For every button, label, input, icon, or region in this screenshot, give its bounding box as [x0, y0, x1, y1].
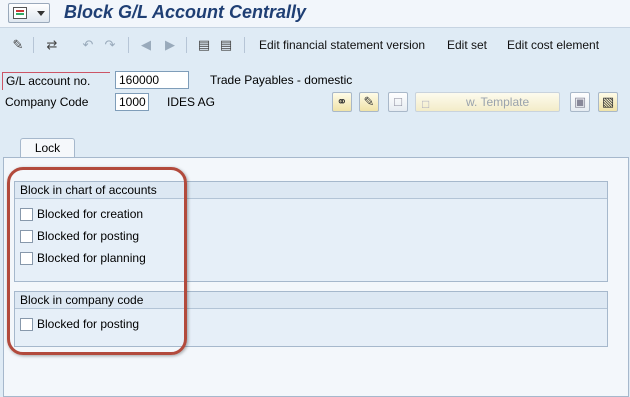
- create-button[interactable]: □: [388, 92, 408, 112]
- chart-of-accounts-icon[interactable]: ▤: [196, 37, 212, 53]
- chevron-down-icon: [37, 11, 45, 16]
- blank-document-icon: □: [394, 94, 402, 109]
- toolbar-separator: [186, 37, 187, 53]
- edit-financial-statement-version-button[interactable]: Edit financial statement version: [259, 38, 425, 52]
- pencil-icon: ✎: [363, 94, 375, 109]
- change-display-icon[interactable]: ✎: [10, 37, 26, 53]
- company-code-label: Company Code: [5, 95, 89, 109]
- application-toolbar: ✎ ⇄ ↶ ↷ ◀ ▶ ▤ ▤ Edit financial statement…: [0, 29, 630, 61]
- trash-icon: ▧: [601, 94, 615, 109]
- gl-account-description: Trade Payables - domestic: [210, 73, 353, 87]
- lock-tab-panel: Block in chart of accounts Blocked for c…: [3, 157, 629, 397]
- previous-icon: ◀: [141, 37, 151, 52]
- display-change-button[interactable]: ⚭: [332, 92, 352, 112]
- gl-account-field[interactable]: 160000: [115, 71, 189, 89]
- system-menu-button[interactable]: [8, 3, 50, 23]
- toolbar-separator: [33, 37, 34, 53]
- create-with-template-button[interactable]: □ w. Template: [415, 92, 560, 112]
- title-bar: Block G/L Account Centrally: [0, 0, 630, 28]
- checkbox[interactable]: [20, 208, 33, 221]
- edit-set-button[interactable]: Edit set: [447, 38, 487, 52]
- checkbox[interactable]: [20, 252, 33, 265]
- group-title: Block in chart of accounts: [15, 182, 607, 199]
- chart-of-accounts-group: Block in chart of accounts Blocked for c…: [14, 181, 608, 282]
- menu-icon: [13, 7, 27, 19]
- toolbar-separator: [128, 37, 129, 53]
- toolbar-separator: [244, 37, 245, 53]
- checkbox[interactable]: [20, 230, 33, 243]
- delete-button[interactable]: ▧: [598, 92, 618, 112]
- lock-button[interactable]: ▣: [570, 92, 590, 112]
- edit-cost-element-button[interactable]: Edit cost element: [507, 38, 599, 52]
- gl-account-label: G/L account no.: [2, 72, 110, 90]
- other-account-icon[interactable]: ⇄: [44, 37, 60, 53]
- document-icon: □: [422, 97, 430, 111]
- checkbox[interactable]: [20, 318, 33, 331]
- documentation-icon[interactable]: ▤: [218, 37, 234, 53]
- tab-lock[interactable]: Lock: [20, 138, 75, 158]
- company-code-field[interactable]: 1000: [115, 93, 149, 111]
- group-title: Block in company code: [15, 292, 607, 309]
- page-title: Block G/L Account Centrally: [64, 2, 307, 22]
- company-name: IDES AG: [167, 95, 216, 109]
- company-code-group: Block in company code Blocked for postin…: [14, 291, 608, 347]
- redo-icon: ↷: [104, 37, 116, 52]
- next-icon: ▶: [165, 37, 175, 52]
- edit-button[interactable]: ✎: [359, 92, 379, 112]
- lock-icon: ▣: [573, 94, 587, 109]
- tab-strip: Lock: [0, 136, 630, 158]
- glasses-icon: ⚭: [336, 94, 348, 109]
- undo-icon: ↶: [82, 37, 94, 52]
